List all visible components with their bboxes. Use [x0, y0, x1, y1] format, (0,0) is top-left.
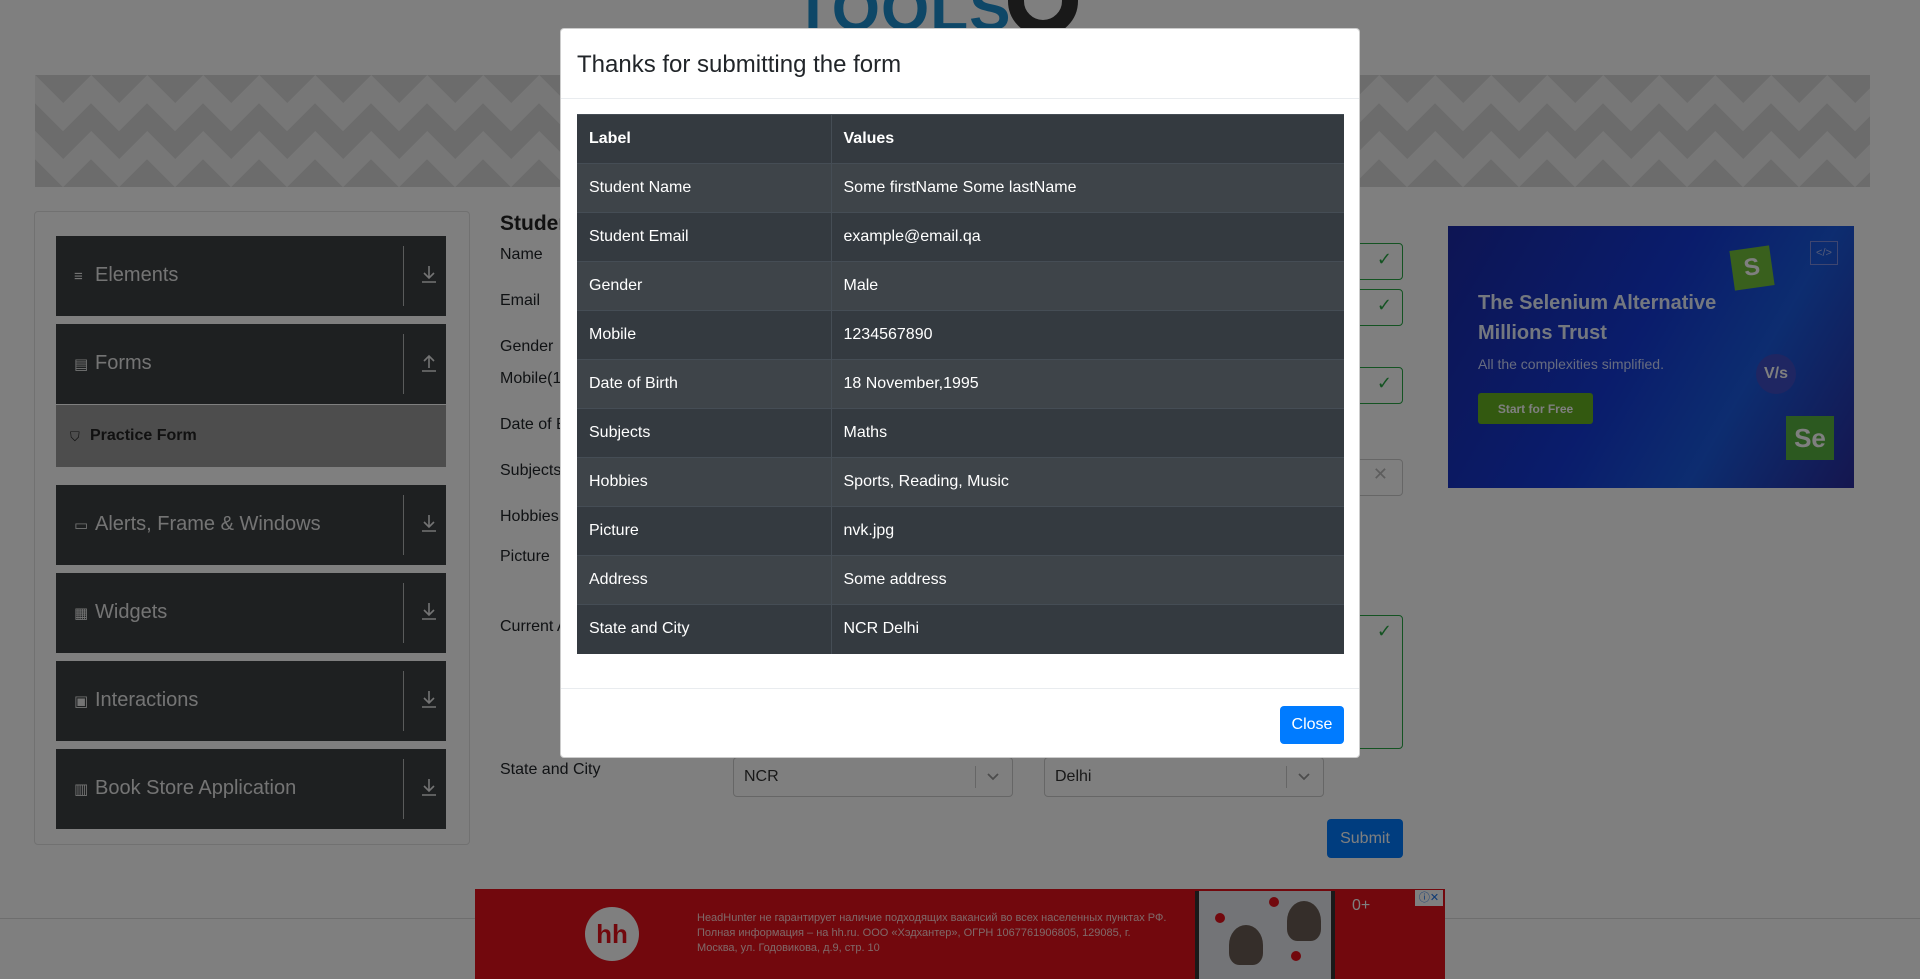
row-label: Student Email — [577, 212, 832, 262]
table-header-label: Label — [577, 114, 832, 164]
close-button[interactable]: Close — [1280, 706, 1344, 744]
table-row: State and City NCR Delhi — [577, 604, 1344, 654]
table-row: Picture nvk.jpg — [577, 506, 1344, 556]
row-label: Hobbies — [577, 457, 832, 507]
row-value: Male — [831, 261, 1344, 311]
row-value: nvk.jpg — [831, 506, 1344, 556]
submission-modal: Thanks for submitting the form Label Val… — [560, 28, 1360, 758]
row-value: 18 November,1995 — [831, 359, 1344, 409]
table-header-values: Values — [831, 114, 1344, 164]
row-label: Gender — [577, 261, 832, 311]
row-value: Some firstName Some lastName — [831, 163, 1344, 213]
modal-footer: Close — [561, 688, 1359, 758]
row-value: example@email.qa — [831, 212, 1344, 262]
row-label: Mobile — [577, 310, 832, 360]
row-label: Date of Birth — [577, 359, 832, 409]
table-row: Student Email example@email.qa — [577, 212, 1344, 262]
table-row: Student Name Some firstName Some lastName — [577, 163, 1344, 213]
row-label: Student Name — [577, 163, 832, 213]
row-value: NCR Delhi — [831, 604, 1344, 654]
row-label: Picture — [577, 506, 832, 556]
table-header-row: Label Values — [577, 114, 1344, 164]
row-value: Maths — [831, 408, 1344, 458]
row-value: Some address — [831, 555, 1344, 605]
row-label: Subjects — [577, 408, 832, 458]
table-row: Gender Male — [577, 261, 1344, 311]
table-row: Date of Birth 18 November,1995 — [577, 359, 1344, 409]
row-value: Sports, Reading, Music — [831, 457, 1344, 507]
table-row: Mobile 1234567890 — [577, 310, 1344, 360]
row-value: 1234567890 — [831, 310, 1344, 360]
table-row: Hobbies Sports, Reading, Music — [577, 457, 1344, 507]
table-row: Subjects Maths — [577, 408, 1344, 458]
submission-table: Label Values Student Name Some firstName … — [577, 114, 1344, 654]
modal-header: Thanks for submitting the form — [561, 29, 1359, 99]
table-row: Address Some address — [577, 555, 1344, 605]
modal-title: Thanks for submitting the form — [577, 51, 902, 78]
row-label: Address — [577, 555, 832, 605]
row-label: State and City — [577, 604, 832, 654]
